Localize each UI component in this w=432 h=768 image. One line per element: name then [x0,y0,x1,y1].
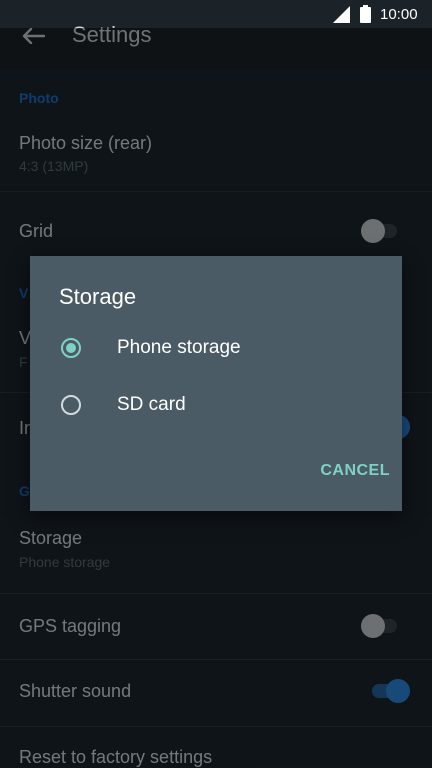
status-time: 10:00 [380,6,418,23]
storage-dialog: Storage Phone storage SD card CANCEL [30,256,402,511]
option-phone-storage[interactable]: Phone storage [30,321,402,377]
cancel-button[interactable]: CANCEL [300,462,390,494]
cell-signal-icon [333,6,350,23]
radio-unchecked-icon[interactable] [61,395,81,415]
radio-checked-icon[interactable] [61,338,81,358]
dialog-title: Storage [59,284,137,309]
option-label: Phone storage [117,337,241,358]
option-label: SD card [117,394,186,415]
status-bar: 10:00 [0,0,432,28]
battery-icon [360,5,371,23]
option-sd-card[interactable]: SD card [30,378,402,434]
